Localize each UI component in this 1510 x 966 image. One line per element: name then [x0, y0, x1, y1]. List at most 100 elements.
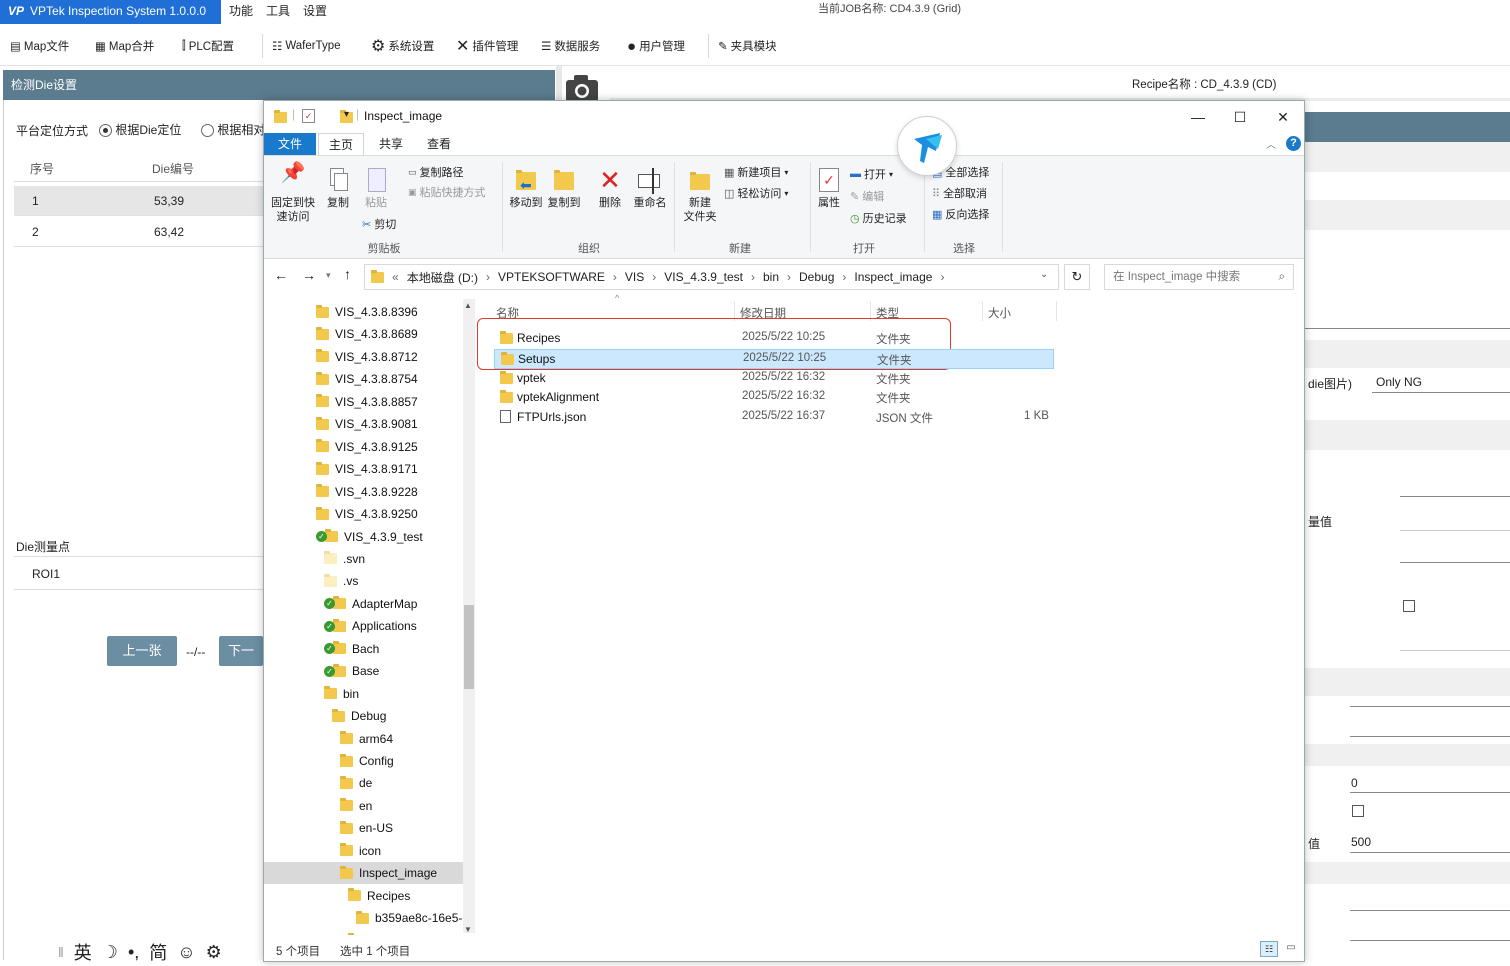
- new-item-button[interactable]: ▦ 新建项目 ▾: [724, 164, 788, 180]
- search-input[interactable]: 在 Inspect_image 中搜索 ⌕: [1104, 264, 1294, 290]
- tree-item[interactable]: icon: [264, 840, 464, 862]
- breadcrumb-vis[interactable]: VIS: [625, 270, 644, 284]
- back-arrow-icon[interactable]: ←: [274, 267, 288, 283]
- tree-item[interactable]: ✓ Bach: [264, 638, 464, 660]
- only-ng-select[interactable]: Only NG: [1376, 375, 1422, 389]
- radio-die-position[interactable]: 根据Die定位: [99, 121, 181, 138]
- tab-home[interactable]: 主页: [318, 133, 364, 155]
- help-icon[interactable]: ?: [1286, 136, 1301, 151]
- cut-button[interactable]: ✂ 剪切: [362, 216, 396, 232]
- tree-item[interactable]: .svn: [264, 548, 464, 570]
- tree-item[interactable]: ✓ VIS_4.3.9_test: [264, 526, 464, 548]
- maximize-icon[interactable]: ☐: [1226, 107, 1254, 127]
- checkbox[interactable]: [1352, 805, 1364, 817]
- tab-share[interactable]: 共享: [368, 133, 414, 155]
- file-row[interactable]: FTPUrls.json 2025/5/22 16:37 JSON 文件 1 KB: [494, 408, 1054, 428]
- recent-dropdown-icon[interactable]: ▾: [326, 270, 331, 281]
- map-merge-button[interactable]: ▦ Map合并: [95, 34, 154, 58]
- tree-item[interactable]: en: [264, 795, 464, 817]
- file-row[interactable]: Recipes 2025/5/22 10:25 文件夹: [494, 329, 1054, 349]
- tree-item[interactable]: VIS_4.3.8.9125: [264, 436, 464, 458]
- drag-handle-icon[interactable]: ‖: [58, 944, 64, 960]
- tree-item[interactable]: VIS_4.3.8.8396: [264, 301, 464, 323]
- prev-button[interactable]: 上一张: [107, 636, 177, 666]
- radio-relative-position[interactable]: 根据相对: [201, 121, 265, 138]
- easy-access-button[interactable]: ◫ 轻松访问 ▾: [724, 185, 788, 201]
- tree-item[interactable]: VIS_4.3.8.8857: [264, 391, 464, 413]
- tree-item[interactable]: en-US: [264, 817, 464, 839]
- tree-item[interactable]: Debug: [264, 705, 464, 727]
- menu-function[interactable]: 功能: [229, 2, 253, 20]
- tree-item[interactable]: VIS_4.3.8.9171: [264, 458, 464, 480]
- punctuation-icon[interactable]: •,: [128, 942, 139, 963]
- gear-icon[interactable]: ⚙: [206, 942, 222, 963]
- tree-item[interactable]: VIS_4.3.8.9228: [264, 481, 464, 503]
- pin-quick-access-button[interactable]: 📌 固定到快 速访问: [270, 163, 316, 224]
- system-settings-button[interactable]: ⚙ 系统设置: [371, 34, 434, 58]
- value-500[interactable]: 500: [1351, 835, 1371, 849]
- tab-file[interactable]: 文件: [264, 133, 316, 155]
- table-row[interactable]: 1 53,39: [14, 186, 264, 216]
- edit-button[interactable]: ✎ 编辑: [850, 188, 884, 204]
- tree-item[interactable]: Setups: [264, 930, 464, 935]
- file-row[interactable]: vptek 2025/5/22 16:32 文件夹: [494, 369, 1054, 389]
- tab-view[interactable]: 查看: [416, 133, 462, 155]
- tree-item[interactable]: bin: [264, 683, 464, 705]
- tree-item[interactable]: Inspect_image: [264, 862, 464, 885]
- address-dropdown-icon[interactable]: ⌄: [1040, 269, 1048, 280]
- copy-to-button[interactable]: 复制到: [546, 166, 582, 210]
- moon-icon[interactable]: ☽: [102, 942, 118, 963]
- breadcrumb-inspect-image[interactable]: Inspect_image: [854, 270, 932, 284]
- breadcrumb-drive[interactable]: 本地磁盘 (D:): [407, 269, 478, 286]
- details-view-icon[interactable]: ☷: [1260, 941, 1278, 957]
- file-row[interactable]: vptekAlignment 2025/5/22 16:32 文件夹: [494, 388, 1054, 408]
- paste-shortcut-button[interactable]: ▣ 粘贴快捷方式: [408, 184, 486, 200]
- file-row[interactable]: Setups 2025/5/22 10:25 文件夹: [494, 348, 1054, 369]
- nav-scrollbar-thumb[interactable]: [464, 605, 474, 689]
- plc-config-button[interactable]: ⫿ PLC配置: [182, 34, 234, 58]
- properties-button[interactable]: ✓ 属性: [812, 166, 846, 210]
- minimize-icon[interactable]: —: [1184, 107, 1212, 127]
- delete-button[interactable]: ✕ 删除: [594, 166, 626, 210]
- checkbox[interactable]: [1403, 600, 1415, 612]
- plugin-manager-button[interactable]: ✕ 插件管理: [456, 34, 518, 58]
- tree-item[interactable]: Config: [264, 750, 464, 772]
- map-file-button[interactable]: ▤ Map文件: [10, 34, 69, 58]
- ime-simplified-toggle[interactable]: 简: [149, 939, 167, 965]
- tree-item[interactable]: VIS_4.3.8.9250: [264, 503, 464, 525]
- breadcrumb-vis-test[interactable]: VIS_4.3.9_test: [664, 270, 743, 284]
- tree-item[interactable]: VIS_4.3.8.9081: [264, 413, 464, 435]
- scroll-up-icon[interactable]: ▲: [464, 301, 472, 310]
- menu-tools[interactable]: 工具: [266, 2, 290, 20]
- address-bar[interactable]: « 本地磁盘 (D:) › VPTEKSOFTWARE › VIS › VIS_4.3…: [364, 264, 1059, 290]
- tree-item[interactable]: .vs: [264, 570, 464, 592]
- user-manager-button[interactable]: ● 用户管理: [627, 34, 685, 58]
- tree-item[interactable]: ✓ Base: [264, 660, 464, 682]
- collapse-ribbon-icon[interactable]: ︿: [1266, 136, 1276, 151]
- copy-button[interactable]: 复制: [322, 166, 354, 210]
- up-arrow-icon[interactable]: ↑: [344, 266, 351, 282]
- history-button[interactable]: ◷ 历史记录: [850, 210, 907, 226]
- tree-item[interactable]: ✓ Applications: [264, 615, 464, 637]
- tree-item[interactable]: b359ae8c-16e5-: [264, 907, 464, 929]
- next-button[interactable]: 下一: [219, 636, 263, 666]
- breadcrumb-bin[interactable]: bin: [763, 270, 779, 284]
- tree-item[interactable]: arm64: [264, 728, 464, 750]
- fixture-module-button[interactable]: ✎ 夹具模块: [718, 34, 777, 58]
- copy-path-button[interactable]: ▭ 复制路径: [408, 164, 464, 180]
- tree-item[interactable]: VIS_4.3.8.8754: [264, 368, 464, 390]
- teamviewer-icon[interactable]: [897, 116, 957, 176]
- breadcrumb-debug[interactable]: Debug: [799, 270, 834, 284]
- move-to-button[interactable]: ⬅ 移动到: [508, 166, 544, 210]
- menu-settings[interactable]: 设置: [303, 2, 327, 20]
- emoji-icon[interactable]: ☺: [177, 942, 195, 963]
- rename-button[interactable]: 重命名: [632, 166, 668, 210]
- col-size[interactable]: 大小: [988, 305, 1011, 321]
- quick-access-dropdown-icon[interactable]: ▾: [344, 109, 349, 120]
- tree-item[interactable]: de: [264, 772, 464, 794]
- open-button[interactable]: ▬ 打开 ▾: [850, 166, 893, 182]
- table-row[interactable]: 2 63,42: [14, 217, 264, 247]
- large-icons-view-icon[interactable]: ▭: [1282, 941, 1300, 957]
- scroll-down-icon[interactable]: ▼: [464, 925, 472, 934]
- invert-selection-button[interactable]: ▦ 反向选择: [932, 206, 989, 222]
